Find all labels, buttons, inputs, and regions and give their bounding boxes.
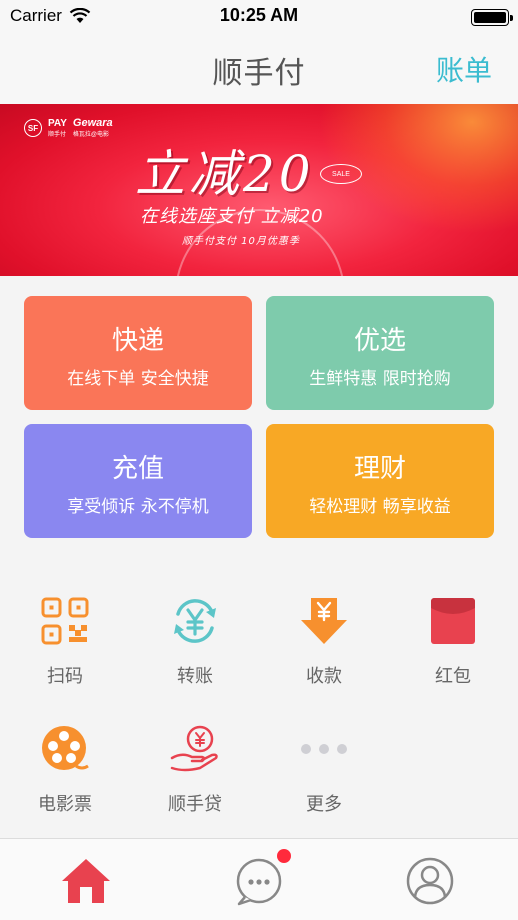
tile-finance[interactable]: 理财 轻松理财 畅享收益	[266, 424, 494, 538]
tile-express[interactable]: 快递 在线下单 安全快捷	[24, 296, 252, 410]
grid-item-more[interactable]: 更多	[259, 724, 389, 834]
tile-title: 快递	[111, 326, 164, 356]
tile-title: 充值	[111, 454, 164, 484]
status-time: 10:25 AM	[219, 5, 299, 25]
logo-pay-sub: 顺手付	[48, 131, 67, 138]
more-dots-icon	[301, 744, 347, 754]
qr-scan-icon	[41, 597, 89, 645]
sf-logo-icon: SF	[24, 119, 42, 137]
banner-subline: 在线选座支付 立减20	[140, 206, 324, 227]
tile-subtitle: 在线下单 安全快捷	[67, 369, 209, 389]
chat-bubble-icon[interactable]	[233, 855, 285, 907]
receive-money-icon	[301, 598, 347, 644]
tile-select[interactable]: 优选 生鲜特惠 限时抢购	[266, 296, 494, 410]
tile-subtitle: 生鲜特惠 限时抢购	[309, 369, 451, 389]
promo-banner[interactable]: SF PAY 顺手付 Gewara 格瓦拉@电影 立减20 SALE 在线选座支…	[0, 104, 518, 276]
battery-icon	[471, 9, 513, 26]
grid-item-loan[interactable]: 顺手贷	[130, 724, 260, 834]
tile-subtitle: 享受倾诉 永不停机	[67, 497, 209, 517]
logo-gewara: Gewara	[72, 117, 113, 129]
grid-label: 转账	[177, 666, 213, 687]
tile-subtitle: 轻松理财 畅享收益	[309, 497, 451, 517]
grid-label: 扫码	[47, 666, 83, 687]
film-reel-icon	[42, 726, 89, 770]
red-envelope-icon	[431, 598, 475, 644]
grid-label: 顺手贷	[168, 794, 222, 815]
grid-label: 电影票	[38, 794, 92, 815]
transfer-yuan-icon	[174, 599, 216, 643]
grid-item-receive[interactable]: 收款	[259, 596, 389, 706]
logo-pay: PAY	[48, 117, 67, 129]
banner-subline-2: 顺手付支付 10月优惠季	[182, 236, 300, 247]
grid-label: 红包	[435, 666, 471, 687]
tile-title: 理财	[353, 454, 406, 484]
grid-label: 收款	[306, 666, 342, 687]
banner-logos: SF PAY 顺手付 Gewara 格瓦拉@电影	[24, 118, 113, 138]
grid-item-red-packet[interactable]: 红包	[388, 596, 518, 706]
tab-bar	[0, 838, 518, 920]
status-bar: Carrier 10:25 AM	[0, 0, 518, 34]
tile-recharge[interactable]: 充值 享受倾诉 永不停机	[24, 424, 252, 538]
nav-bar: 顺手付 账单	[0, 34, 518, 104]
tile-title: 优选	[353, 326, 406, 356]
grid-item-scan[interactable]: 扫码	[0, 596, 130, 706]
profile-icon[interactable]	[404, 855, 456, 907]
notification-dot	[277, 849, 291, 863]
bill-button[interactable]: 账单	[436, 49, 492, 89]
grid-item-movie-ticket[interactable]: 电影票	[0, 724, 130, 834]
loan-hand-icon	[170, 725, 218, 772]
home-icon[interactable]	[60, 855, 112, 907]
logo-gewara-sub: 格瓦拉@电影	[72, 132, 109, 138]
grid-item-transfer[interactable]: 转账	[130, 596, 260, 706]
grid-label: 更多	[306, 794, 342, 815]
sale-badge: SALE	[320, 164, 362, 184]
banner-headline: 立减20	[135, 145, 315, 203]
